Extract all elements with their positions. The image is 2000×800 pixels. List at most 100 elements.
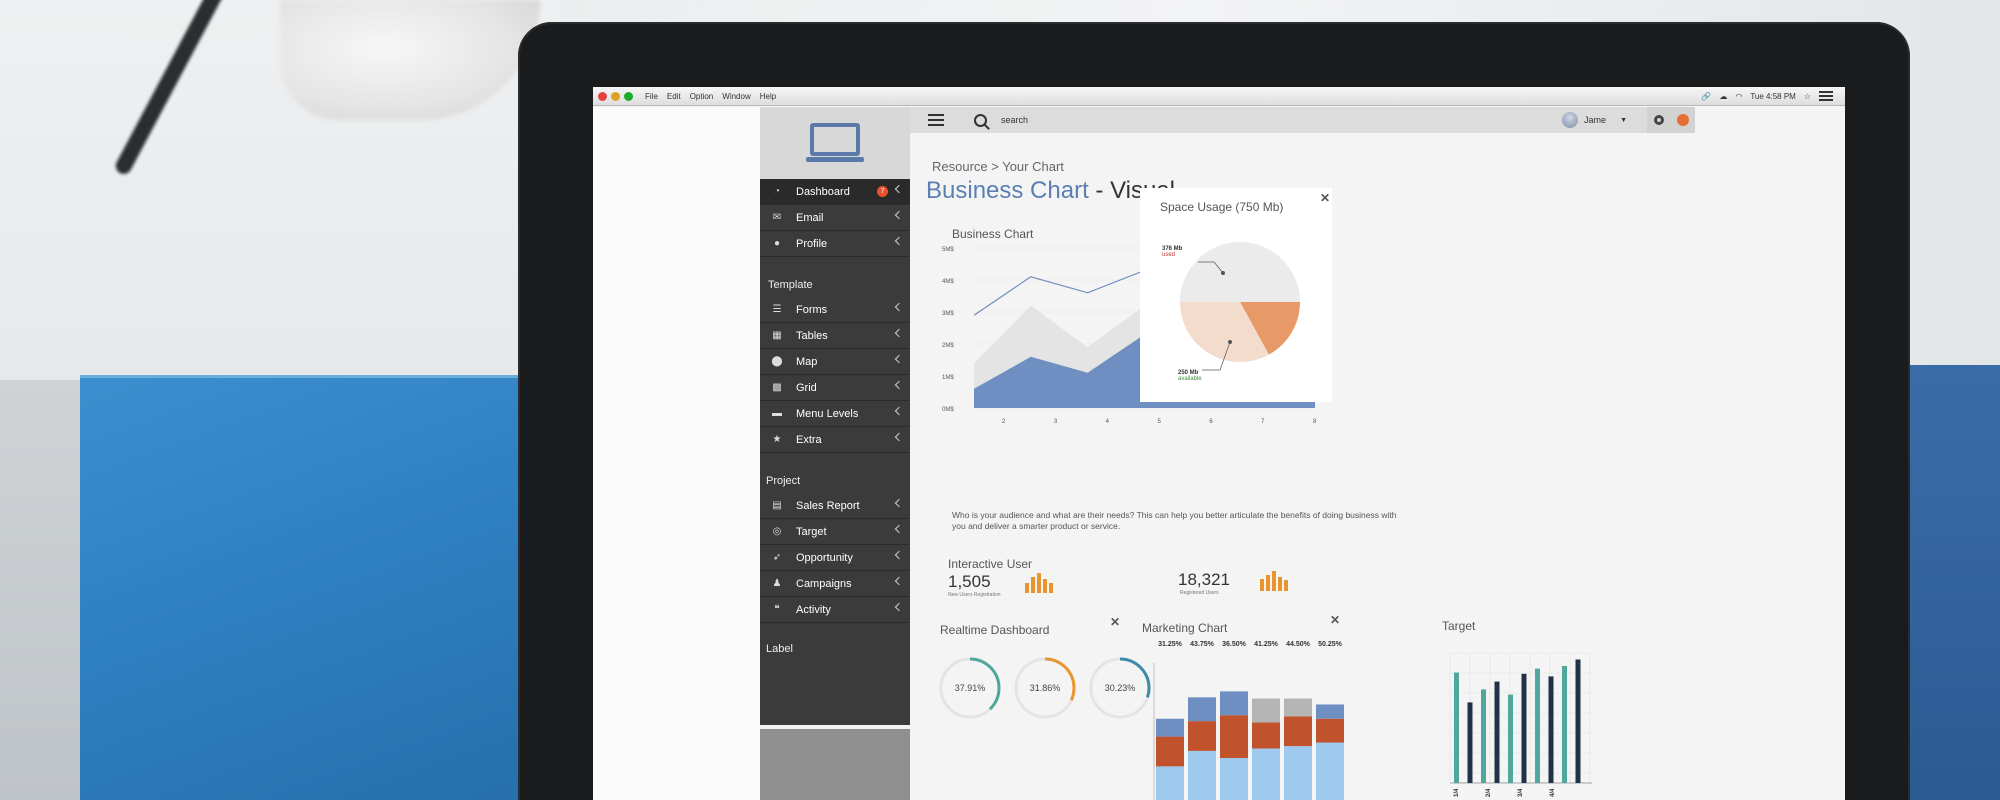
target-chart-title: Target [1442, 619, 1476, 633]
chevron-down-icon[interactable]: ▼ [1620, 117, 1627, 124]
chevron-left-icon [894, 210, 904, 220]
close-icon[interactable]: ✕ [1330, 613, 1340, 627]
chevron-left-icon [894, 432, 904, 442]
email-icon: ✉ [772, 212, 782, 223]
sidebar-footer-panel [760, 725, 910, 800]
clock[interactable]: Tue 4:58 PM [1750, 92, 1796, 101]
bar-segment [1220, 758, 1248, 800]
sidebar-item-email[interactable]: ✉ Email [760, 205, 910, 231]
profile-button[interactable] [1671, 107, 1695, 133]
new-users-count: 1,505 [948, 572, 991, 591]
chevron-left-icon [894, 550, 904, 560]
menu-window[interactable]: Window [722, 92, 750, 101]
target-bar [1481, 689, 1486, 783]
sidebar-item-label: Extra [796, 433, 822, 446]
close-icon[interactable]: ✕ [1110, 615, 1120, 629]
cloud-icon[interactable]: ☁ [1719, 92, 1727, 101]
sidebar-item-tables[interactable]: ▦ Tables [760, 323, 910, 349]
menubar-hamburger-icon[interactable] [1819, 91, 1833, 101]
bar-segment [1188, 721, 1216, 751]
bar-segment [1252, 722, 1280, 749]
sidebar-item-opportunity[interactable]: ➶ Opportunity [760, 545, 910, 571]
search-icon[interactable] [974, 113, 987, 127]
maximize-window-button[interactable] [624, 91, 633, 101]
sidebar-item-forms[interactable]: ☰ Forms [760, 297, 910, 323]
target-bar [1548, 676, 1554, 783]
page-title: Business Chart - Visual [926, 177, 1175, 205]
x-tick-label: 2 [1002, 419, 1006, 425]
section-label-template: Template [768, 279, 813, 291]
marketing-chart-title: Marketing Chart [1142, 621, 1228, 635]
user-name[interactable]: Jame [1584, 115, 1606, 125]
sidebar-item-activity[interactable]: ❝ Activity [760, 597, 910, 623]
chevron-left-icon [894, 354, 904, 364]
profile-icon: ● [773, 238, 781, 249]
sidebar-item-label: Grid [796, 381, 817, 394]
new-users-label: New Users Registration [948, 592, 1001, 598]
sidebar-item-grid[interactable]: ▩ Grid [760, 375, 910, 401]
target-bar [1562, 666, 1567, 783]
link-icon[interactable]: 🔗 [1701, 92, 1711, 101]
chevron-left-icon [894, 602, 904, 612]
page-margin [593, 107, 760, 800]
menu-file[interactable]: File [645, 92, 658, 101]
chevron-left-icon [894, 524, 904, 534]
report-icon: ▤ [772, 500, 782, 511]
bar-sparkline-icon [1260, 571, 1288, 591]
sidebar-item-dashboard[interactable]: ◔ Dashboard 7 [760, 179, 910, 205]
chevron-left-icon [894, 328, 904, 338]
settings-button[interactable] [1647, 107, 1671, 133]
target-bar [1575, 659, 1581, 783]
star-outline-icon[interactable]: ☆ [1804, 92, 1811, 101]
rocket-icon: ➶ [772, 552, 782, 563]
donut-label: 30.23% [1105, 683, 1136, 693]
x-tick-label: 2/4 [1486, 788, 1492, 797]
sidebar-item-map[interactable]: ⬤ Map [760, 349, 910, 375]
sidebar-item-campaigns[interactable]: ♟ Campaigns [760, 571, 910, 597]
logo-area [760, 107, 910, 179]
mac-menubar: File Edit Option Window Help 🔗 ☁ ◠ Tue 4… [593, 87, 1845, 106]
sidebar-item-label: Tables [796, 329, 828, 342]
menu-option[interactable]: Option [690, 92, 714, 101]
sidebar-item-label: Opportunity [796, 551, 853, 564]
bar-segment [1188, 750, 1216, 800]
x-tick-label: 1/4 [1454, 788, 1460, 797]
y-tick-label: 0M$ [942, 407, 954, 413]
sidebar-item-label: Map [796, 355, 818, 368]
sidebar-item-label: Sales Report [796, 499, 860, 512]
x-tick-label: 4/4 [1550, 788, 1556, 797]
minimize-window-button[interactable] [611, 91, 620, 101]
tables-icon: ▦ [772, 330, 782, 341]
folder-icon: ▬ [772, 408, 782, 419]
bar-top-label: 43.75% [1190, 641, 1215, 648]
used-label: used [1162, 252, 1176, 258]
menu-edit[interactable]: Edit [667, 92, 681, 101]
sidebar-item-sales-report[interactable]: ▤ Sales Report [760, 493, 910, 519]
forms-icon: ☰ [772, 304, 782, 315]
gear-icon [1654, 115, 1664, 125]
interactive-user-title: Interactive User [948, 557, 1033, 571]
target-icon: ◎ [772, 526, 782, 537]
menu-list: File Edit Option Window Help [645, 92, 776, 101]
bar-segment [1156, 766, 1184, 800]
sidebar-item-profile[interactable]: ● Profile [760, 231, 910, 257]
x-tick-label: 5 [1158, 419, 1162, 425]
bar-top-label: 31.25% [1158, 641, 1183, 648]
search-input[interactable] [1001, 115, 1301, 125]
avatar[interactable] [1562, 112, 1579, 128]
sidebar-item-target[interactable]: ◎ Target [760, 519, 910, 545]
close-window-button[interactable] [598, 91, 607, 101]
target-bar [1467, 702, 1473, 783]
chat-icon: ❝ [774, 604, 780, 615]
sidebar-item-label: Menu Levels [796, 407, 859, 420]
sidebar-item-extra[interactable]: ★ Extra [760, 427, 910, 453]
hamburger-menu-icon[interactable] [928, 114, 944, 126]
target-bar-chart: 1/4 2/4 3/4 4/4 [1449, 652, 1592, 797]
sidebar-item-menu-levels[interactable]: ▬ Menu Levels [760, 401, 910, 427]
top-bar: Jame ▼ [910, 107, 1695, 133]
wifi-icon[interactable]: ◠ [1735, 92, 1742, 101]
breadcrumb[interactable]: Resource > Your Chart [932, 159, 1064, 174]
bar-top-label: 36.50% [1222, 641, 1247, 648]
close-icon[interactable]: ✕ [1320, 191, 1330, 205]
menu-help[interactable]: Help [760, 92, 776, 101]
